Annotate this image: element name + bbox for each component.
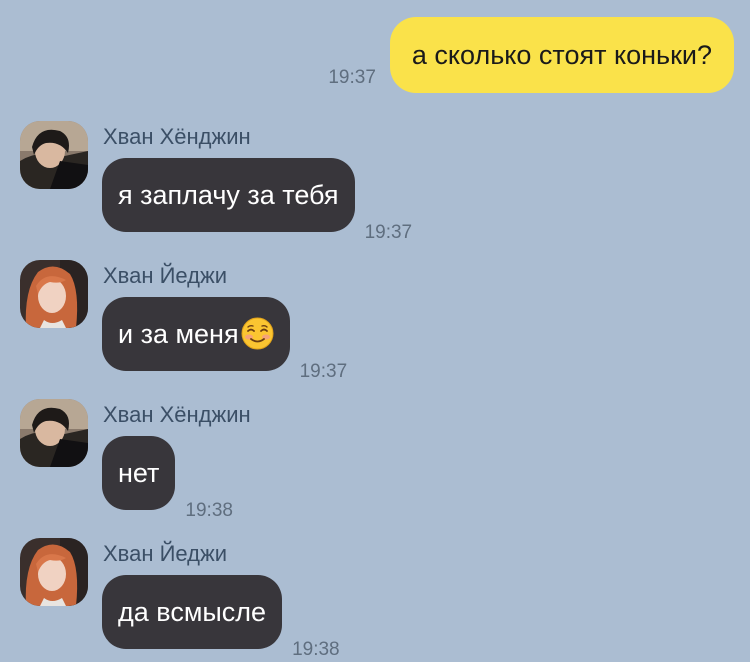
avatar-dark-hair-photo-icon bbox=[20, 121, 88, 189]
message-time: 19:38 bbox=[292, 639, 340, 660]
message-time: 19:37 bbox=[364, 222, 413, 243]
avatar-dark-hair-photo-icon bbox=[20, 399, 88, 467]
message-text: и за меня bbox=[118, 319, 239, 349]
sender-name: Хван Хёнджин bbox=[103, 124, 251, 149]
sender-name: Хван Хёнджин bbox=[103, 402, 251, 427]
avatar-red-hair-photo-icon bbox=[20, 538, 88, 606]
avatar-yeji[interactable] bbox=[20, 538, 88, 606]
incoming-message-row: Хван Хёнджин нет 19:38 bbox=[20, 399, 251, 521]
incoming-message-row: Хван Хёнджин я заплачу за тебя 19:37 bbox=[20, 121, 412, 243]
chat-area: 19:37 а сколько стоят коньки? Хван Хёндж… bbox=[0, 0, 750, 662]
avatar-hyunjin[interactable] bbox=[20, 121, 88, 189]
incoming-message-row: Хван Йеджи да всмысле 19:38 bbox=[20, 538, 340, 660]
sender-name: Хван Йеджи bbox=[103, 263, 228, 288]
message-time: 19:37 bbox=[328, 67, 376, 88]
message-time: 19:37 bbox=[299, 361, 348, 382]
avatar-red-hair-photo-icon bbox=[20, 260, 88, 328]
avatar-hyunjin[interactable] bbox=[20, 399, 88, 467]
incoming-message-bubble[interactable]: нет bbox=[102, 436, 176, 510]
avatar-yeji[interactable] bbox=[20, 260, 88, 328]
outgoing-message-bubble[interactable]: а сколько стоят коньки? bbox=[389, 17, 734, 93]
smiling-face-emoji-icon bbox=[241, 317, 274, 350]
sender-name: Хван Йеджи bbox=[103, 541, 228, 566]
message-time: 19:38 bbox=[185, 500, 233, 521]
outgoing-message-row: 19:37 а сколько стоят коньки? bbox=[328, 17, 734, 93]
incoming-message-bubble[interactable]: я заплачу за тебя bbox=[102, 158, 355, 232]
incoming-message-bubble[interactable]: да всмысле bbox=[102, 575, 283, 649]
incoming-message-row: Хван Йеджи и за меня 19:37 bbox=[20, 260, 347, 382]
incoming-message-bubble[interactable]: и за меня bbox=[102, 297, 290, 371]
